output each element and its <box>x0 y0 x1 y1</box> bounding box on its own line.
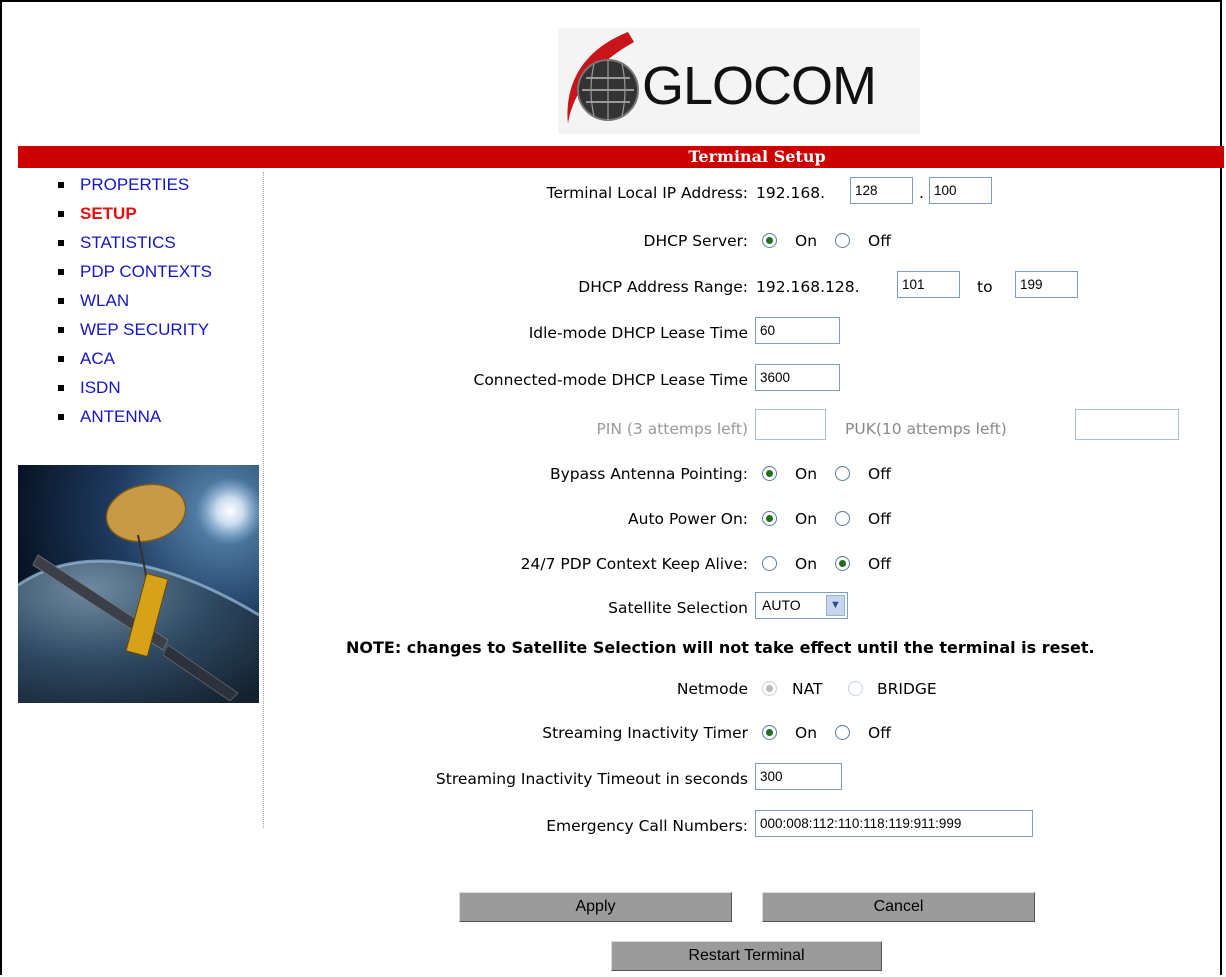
satellite-selection-select[interactable]: AUTO ▼ <box>755 592 848 619</box>
auto-power-on-label: On <box>795 510 818 528</box>
satellite-image <box>18 465 259 703</box>
netmode-label: Netmode <box>676 680 748 698</box>
bullet-icon <box>58 240 64 246</box>
streaming-timer-on-label: On <box>795 724 818 742</box>
bypass-off-radio[interactable] <box>835 466 850 481</box>
idle-lease-input[interactable] <box>755 317 840 344</box>
nav-link-statistics[interactable]: STATISTICS <box>80 232 176 254</box>
auto-power-on-radio[interactable] <box>762 511 777 526</box>
nav-link-aca[interactable]: ACA <box>80 348 115 370</box>
dhcp-range-start-input[interactable] <box>897 271 960 298</box>
dhcp-server-on-label: On <box>795 232 818 250</box>
bullet-icon <box>58 327 64 333</box>
emergency-numbers-input[interactable] <box>755 810 1033 837</box>
keep-alive-on-label: On <box>795 555 818 573</box>
nav-link-wep-security[interactable]: WEP SECURITY <box>80 319 209 341</box>
streaming-timeout-input[interactable] <box>755 763 842 790</box>
bypass-on-label: On <box>795 465 818 483</box>
nav-link-properties[interactable]: PROPERTIES <box>80 174 189 196</box>
dhcp-server-label: DHCP Server: <box>643 232 748 250</box>
pin-label: PIN (3 attemps left) <box>596 420 748 438</box>
apply-button[interactable]: Apply <box>459 892 732 922</box>
netmode-nat-radio[interactable] <box>762 681 777 696</box>
netmode-bridge-radio[interactable] <box>848 681 863 696</box>
ip-octet3-input[interactable] <box>850 177 913 204</box>
dhcp-server-on-radio[interactable] <box>762 233 777 248</box>
auto-power-label: Auto Power On: <box>628 510 748 528</box>
section-banner: Terminal Setup <box>18 146 1224 168</box>
keep-alive-off-radio[interactable] <box>835 556 850 571</box>
auto-power-off-radio[interactable] <box>835 511 850 526</box>
dhcp-range-end-input[interactable] <box>1015 271 1078 298</box>
bullet-icon <box>58 269 64 275</box>
chevron-down-icon[interactable]: ▼ <box>826 595 845 616</box>
sidebar-divider <box>263 172 264 828</box>
restart-terminal-button[interactable]: Restart Terminal <box>611 941 882 971</box>
glocom-logo: GLOCOM <box>558 28 920 134</box>
satellite-note: NOTE: changes to Satellite Selection wil… <box>346 638 1095 657</box>
bullet-icon <box>58 385 64 391</box>
netmode-nat-label: NAT <box>792 680 823 698</box>
logo-text: GLOCOM <box>642 56 877 116</box>
bullet-icon <box>58 211 64 217</box>
dhcp-range-to-label: to <box>977 278 993 296</box>
dhcp-server-off-label: Off <box>868 232 891 250</box>
cancel-button[interactable]: Cancel <box>762 892 1035 922</box>
streaming-timer-off-label: Off <box>868 724 891 742</box>
keep-alive-on-radio[interactable] <box>762 556 777 571</box>
nav-link-pdp-contexts[interactable]: PDP CONTEXTS <box>80 261 212 283</box>
streaming-timer-on-radio[interactable] <box>762 725 777 740</box>
puk-label: PUK(10 attemps left) <box>845 420 1007 438</box>
streaming-timer-label: Streaming Inactivity Timer <box>542 724 748 742</box>
satellite-selection-value: AUTO <box>762 597 801 613</box>
bullet-icon <box>58 182 64 188</box>
nav-link-wlan[interactable]: WLAN <box>80 290 129 312</box>
ip-separator: . <box>919 184 924 202</box>
dhcp-server-off-radio[interactable] <box>835 233 850 248</box>
nav-link-isdn[interactable]: ISDN <box>80 377 121 399</box>
ip-octet4-input[interactable] <box>929 177 992 204</box>
bullet-icon <box>58 298 64 304</box>
nav-link-setup[interactable]: SETUP <box>80 203 137 225</box>
page-title: Terminal Setup <box>688 147 826 166</box>
auto-power-off-label: Off <box>868 510 891 528</box>
emergency-numbers-label: Emergency Call Numbers: <box>546 817 748 835</box>
bypass-on-radio[interactable] <box>762 466 777 481</box>
bypass-off-label: Off <box>868 465 891 483</box>
pin-input[interactable] <box>755 409 826 440</box>
netmode-bridge-label: BRIDGE <box>877 680 937 698</box>
bullet-icon <box>58 356 64 362</box>
satellite-selection-label: Satellite Selection <box>608 599 748 617</box>
puk-input[interactable] <box>1075 409 1179 440</box>
ip-prefix: 192.168. <box>756 184 826 202</box>
keep-alive-off-label: Off <box>868 555 891 573</box>
dhcp-range-prefix: 192.168.128. <box>756 278 860 296</box>
connected-lease-label: Connected-mode DHCP Lease Time <box>473 371 749 389</box>
nav-link-antenna[interactable]: ANTENNA <box>80 406 161 428</box>
bypass-antenna-label: Bypass Antenna Pointing: <box>549 465 748 483</box>
streaming-timeout-label: Streaming Inactivity Timeout in seconds <box>435 770 748 788</box>
connected-lease-input[interactable] <box>755 364 840 391</box>
dhcp-range-label: DHCP Address Range: <box>578 278 748 296</box>
ip-label: Terminal Local IP Address: <box>546 184 748 202</box>
idle-lease-label: Idle-mode DHCP Lease Time <box>528 324 748 342</box>
bullet-icon <box>58 414 64 420</box>
streaming-timer-off-radio[interactable] <box>835 725 850 740</box>
keep-alive-label: 24/7 PDP Context Keep Alive: <box>520 555 748 573</box>
